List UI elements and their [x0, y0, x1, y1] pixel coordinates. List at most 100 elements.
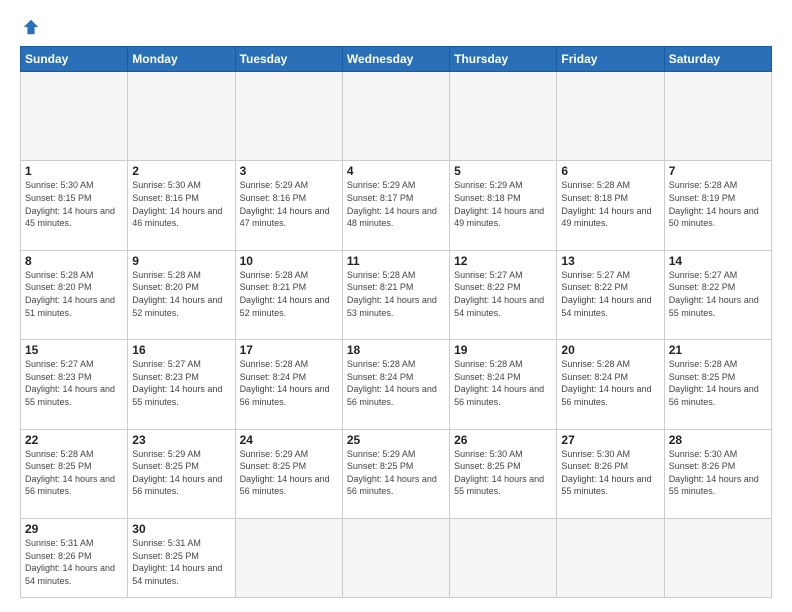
day-info: Sunrise: 5:29 AMSunset: 8:25 PMDaylight:…: [347, 449, 437, 497]
day-number: 2: [132, 164, 230, 178]
calendar-header-sunday: Sunday: [21, 47, 128, 72]
calendar-cell: 15 Sunrise: 5:27 AMSunset: 8:23 PMDaylig…: [21, 340, 128, 429]
day-number: 4: [347, 164, 445, 178]
calendar-cell: [664, 72, 771, 161]
calendar-header-monday: Monday: [128, 47, 235, 72]
calendar-cell: [235, 519, 342, 598]
day-number: 25: [347, 433, 445, 447]
day-info: Sunrise: 5:28 AMSunset: 8:18 PMDaylight:…: [561, 180, 651, 228]
day-number: 9: [132, 254, 230, 268]
day-number: 23: [132, 433, 230, 447]
day-info: Sunrise: 5:27 AMSunset: 8:23 PMDaylight:…: [25, 359, 115, 407]
day-info: Sunrise: 5:30 AMSunset: 8:25 PMDaylight:…: [454, 449, 544, 497]
day-info: Sunrise: 5:28 AMSunset: 8:24 PMDaylight:…: [561, 359, 651, 407]
calendar-cell: [450, 72, 557, 161]
calendar-cell: 12 Sunrise: 5:27 AMSunset: 8:22 PMDaylig…: [450, 250, 557, 339]
day-info: Sunrise: 5:28 AMSunset: 8:20 PMDaylight:…: [132, 270, 222, 318]
calendar-cell: [21, 72, 128, 161]
day-number: 29: [25, 522, 123, 536]
calendar-cell: 26 Sunrise: 5:30 AMSunset: 8:25 PMDaylig…: [450, 429, 557, 518]
day-number: 30: [132, 522, 230, 536]
day-number: 17: [240, 343, 338, 357]
calendar-cell: 5 Sunrise: 5:29 AMSunset: 8:18 PMDayligh…: [450, 161, 557, 250]
calendar-cell: [450, 519, 557, 598]
calendar-cell: [342, 72, 449, 161]
logo-icon: [22, 18, 40, 36]
day-number: 12: [454, 254, 552, 268]
day-info: Sunrise: 5:28 AMSunset: 8:24 PMDaylight:…: [240, 359, 330, 407]
calendar-header-thursday: Thursday: [450, 47, 557, 72]
calendar-cell: 3 Sunrise: 5:29 AMSunset: 8:16 PMDayligh…: [235, 161, 342, 250]
day-info: Sunrise: 5:28 AMSunset: 8:20 PMDaylight:…: [25, 270, 115, 318]
day-info: Sunrise: 5:28 AMSunset: 8:21 PMDaylight:…: [240, 270, 330, 318]
day-info: Sunrise: 5:27 AMSunset: 8:22 PMDaylight:…: [669, 270, 759, 318]
day-info: Sunrise: 5:28 AMSunset: 8:19 PMDaylight:…: [669, 180, 759, 228]
day-info: Sunrise: 5:28 AMSunset: 8:25 PMDaylight:…: [669, 359, 759, 407]
day-info: Sunrise: 5:30 AMSunset: 8:15 PMDaylight:…: [25, 180, 115, 228]
calendar-cell: 4 Sunrise: 5:29 AMSunset: 8:17 PMDayligh…: [342, 161, 449, 250]
calendar-cell: 24 Sunrise: 5:29 AMSunset: 8:25 PMDaylig…: [235, 429, 342, 518]
day-info: Sunrise: 5:28 AMSunset: 8:24 PMDaylight:…: [347, 359, 437, 407]
day-number: 11: [347, 254, 445, 268]
day-number: 6: [561, 164, 659, 178]
calendar-cell: 17 Sunrise: 5:28 AMSunset: 8:24 PMDaylig…: [235, 340, 342, 429]
calendar-cell: 28 Sunrise: 5:30 AMSunset: 8:26 PMDaylig…: [664, 429, 771, 518]
calendar-cell: 1 Sunrise: 5:30 AMSunset: 8:15 PMDayligh…: [21, 161, 128, 250]
day-number: 1: [25, 164, 123, 178]
day-info: Sunrise: 5:29 AMSunset: 8:17 PMDaylight:…: [347, 180, 437, 228]
day-number: 19: [454, 343, 552, 357]
calendar-week-row: 22 Sunrise: 5:28 AMSunset: 8:25 PMDaylig…: [21, 429, 772, 518]
calendar-cell: 2 Sunrise: 5:30 AMSunset: 8:16 PMDayligh…: [128, 161, 235, 250]
day-info: Sunrise: 5:30 AMSunset: 8:26 PMDaylight:…: [669, 449, 759, 497]
calendar-cell: 29 Sunrise: 5:31 AMSunset: 8:26 PMDaylig…: [21, 519, 128, 598]
calendar-header-friday: Friday: [557, 47, 664, 72]
calendar-week-row: 15 Sunrise: 5:27 AMSunset: 8:23 PMDaylig…: [21, 340, 772, 429]
header: [20, 18, 772, 36]
calendar-cell: [557, 519, 664, 598]
day-number: 7: [669, 164, 767, 178]
day-info: Sunrise: 5:28 AMSunset: 8:21 PMDaylight:…: [347, 270, 437, 318]
day-number: 20: [561, 343, 659, 357]
page: SundayMondayTuesdayWednesdayThursdayFrid…: [0, 0, 792, 612]
day-number: 27: [561, 433, 659, 447]
logo: [20, 18, 40, 36]
day-number: 26: [454, 433, 552, 447]
calendar-header-tuesday: Tuesday: [235, 47, 342, 72]
day-number: 15: [25, 343, 123, 357]
calendar-cell: 30 Sunrise: 5:31 AMSunset: 8:25 PMDaylig…: [128, 519, 235, 598]
day-info: Sunrise: 5:29 AMSunset: 8:18 PMDaylight:…: [454, 180, 544, 228]
calendar-cell: 13 Sunrise: 5:27 AMSunset: 8:22 PMDaylig…: [557, 250, 664, 339]
day-info: Sunrise: 5:30 AMSunset: 8:26 PMDaylight:…: [561, 449, 651, 497]
day-info: Sunrise: 5:31 AMSunset: 8:25 PMDaylight:…: [132, 538, 222, 586]
calendar-cell: 16 Sunrise: 5:27 AMSunset: 8:23 PMDaylig…: [128, 340, 235, 429]
day-info: Sunrise: 5:27 AMSunset: 8:22 PMDaylight:…: [561, 270, 651, 318]
calendar: SundayMondayTuesdayWednesdayThursdayFrid…: [20, 46, 772, 598]
calendar-week-row: [21, 72, 772, 161]
calendar-cell: [235, 72, 342, 161]
day-info: Sunrise: 5:28 AMSunset: 8:24 PMDaylight:…: [454, 359, 544, 407]
calendar-week-row: 1 Sunrise: 5:30 AMSunset: 8:15 PMDayligh…: [21, 161, 772, 250]
day-number: 8: [25, 254, 123, 268]
day-number: 10: [240, 254, 338, 268]
day-info: Sunrise: 5:29 AMSunset: 8:25 PMDaylight:…: [240, 449, 330, 497]
calendar-cell: 10 Sunrise: 5:28 AMSunset: 8:21 PMDaylig…: [235, 250, 342, 339]
calendar-header-saturday: Saturday: [664, 47, 771, 72]
day-info: Sunrise: 5:31 AMSunset: 8:26 PMDaylight:…: [25, 538, 115, 586]
calendar-cell: [342, 519, 449, 598]
calendar-cell: 18 Sunrise: 5:28 AMSunset: 8:24 PMDaylig…: [342, 340, 449, 429]
day-number: 24: [240, 433, 338, 447]
calendar-cell: 22 Sunrise: 5:28 AMSunset: 8:25 PMDaylig…: [21, 429, 128, 518]
day-number: 16: [132, 343, 230, 357]
day-info: Sunrise: 5:27 AMSunset: 8:23 PMDaylight:…: [132, 359, 222, 407]
calendar-cell: 19 Sunrise: 5:28 AMSunset: 8:24 PMDaylig…: [450, 340, 557, 429]
calendar-cell: 9 Sunrise: 5:28 AMSunset: 8:20 PMDayligh…: [128, 250, 235, 339]
day-number: 5: [454, 164, 552, 178]
day-info: Sunrise: 5:30 AMSunset: 8:16 PMDaylight:…: [132, 180, 222, 228]
calendar-cell: [557, 72, 664, 161]
day-number: 3: [240, 164, 338, 178]
calendar-cell: 21 Sunrise: 5:28 AMSunset: 8:25 PMDaylig…: [664, 340, 771, 429]
day-info: Sunrise: 5:29 AMSunset: 8:25 PMDaylight:…: [132, 449, 222, 497]
day-number: 21: [669, 343, 767, 357]
calendar-cell: 14 Sunrise: 5:27 AMSunset: 8:22 PMDaylig…: [664, 250, 771, 339]
day-info: Sunrise: 5:27 AMSunset: 8:22 PMDaylight:…: [454, 270, 544, 318]
